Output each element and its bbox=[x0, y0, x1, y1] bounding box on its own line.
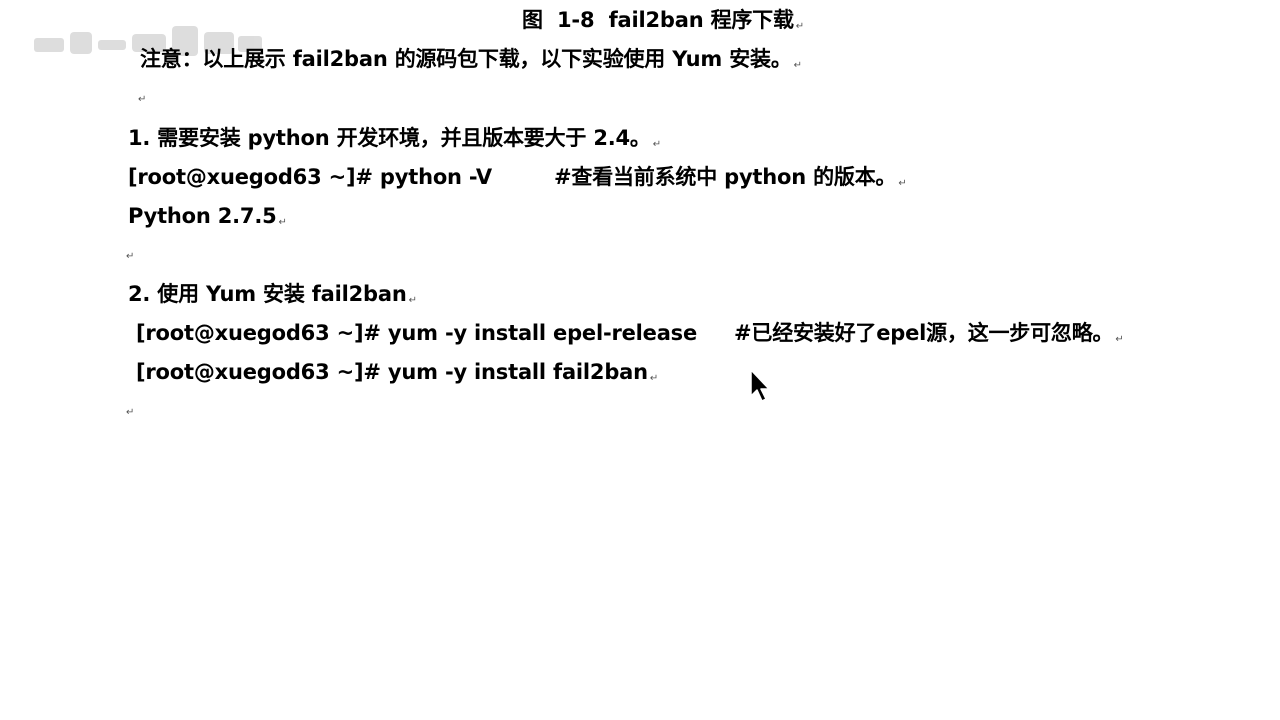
mouse-pointer-icon bbox=[750, 369, 770, 402]
step1-command: [root@xuegod63 ~]# python -V bbox=[128, 165, 492, 189]
note-text: 注意：以上展示 fail2ban 的源码包下载，以下实验使用 Yum 安装。 ↵ bbox=[140, 47, 802, 71]
paragraph-mark: ↵ bbox=[138, 94, 147, 105]
step2-heading: 2. 使用 Yum 安装 fail2ban ↵ bbox=[128, 282, 417, 306]
paragraph-mark: ↵ bbox=[126, 407, 135, 418]
step2-comment1: #已经安装好了epel源，这一步可忽略。 ↵ bbox=[734, 321, 1124, 345]
step1-output: Python 2.7.5 ↵ bbox=[128, 204, 287, 228]
step2-command1: [root@xuegod63 ~]# yum -y install epel-r… bbox=[136, 321, 698, 345]
step1-comment: #查看当前系统中 python 的版本。 ↵ bbox=[554, 165, 907, 189]
step1-heading: 1. 需要安装 python 开发环境，并且版本要大于 2.4。 ↵ bbox=[128, 126, 661, 150]
figure-caption: 图 1-8 fail2ban 程序下载 ↵ bbox=[522, 8, 804, 32]
step2-command2: [root@xuegod63 ~]# yum -y install fail2b… bbox=[136, 360, 659, 384]
paragraph-mark: ↵ bbox=[126, 251, 135, 262]
